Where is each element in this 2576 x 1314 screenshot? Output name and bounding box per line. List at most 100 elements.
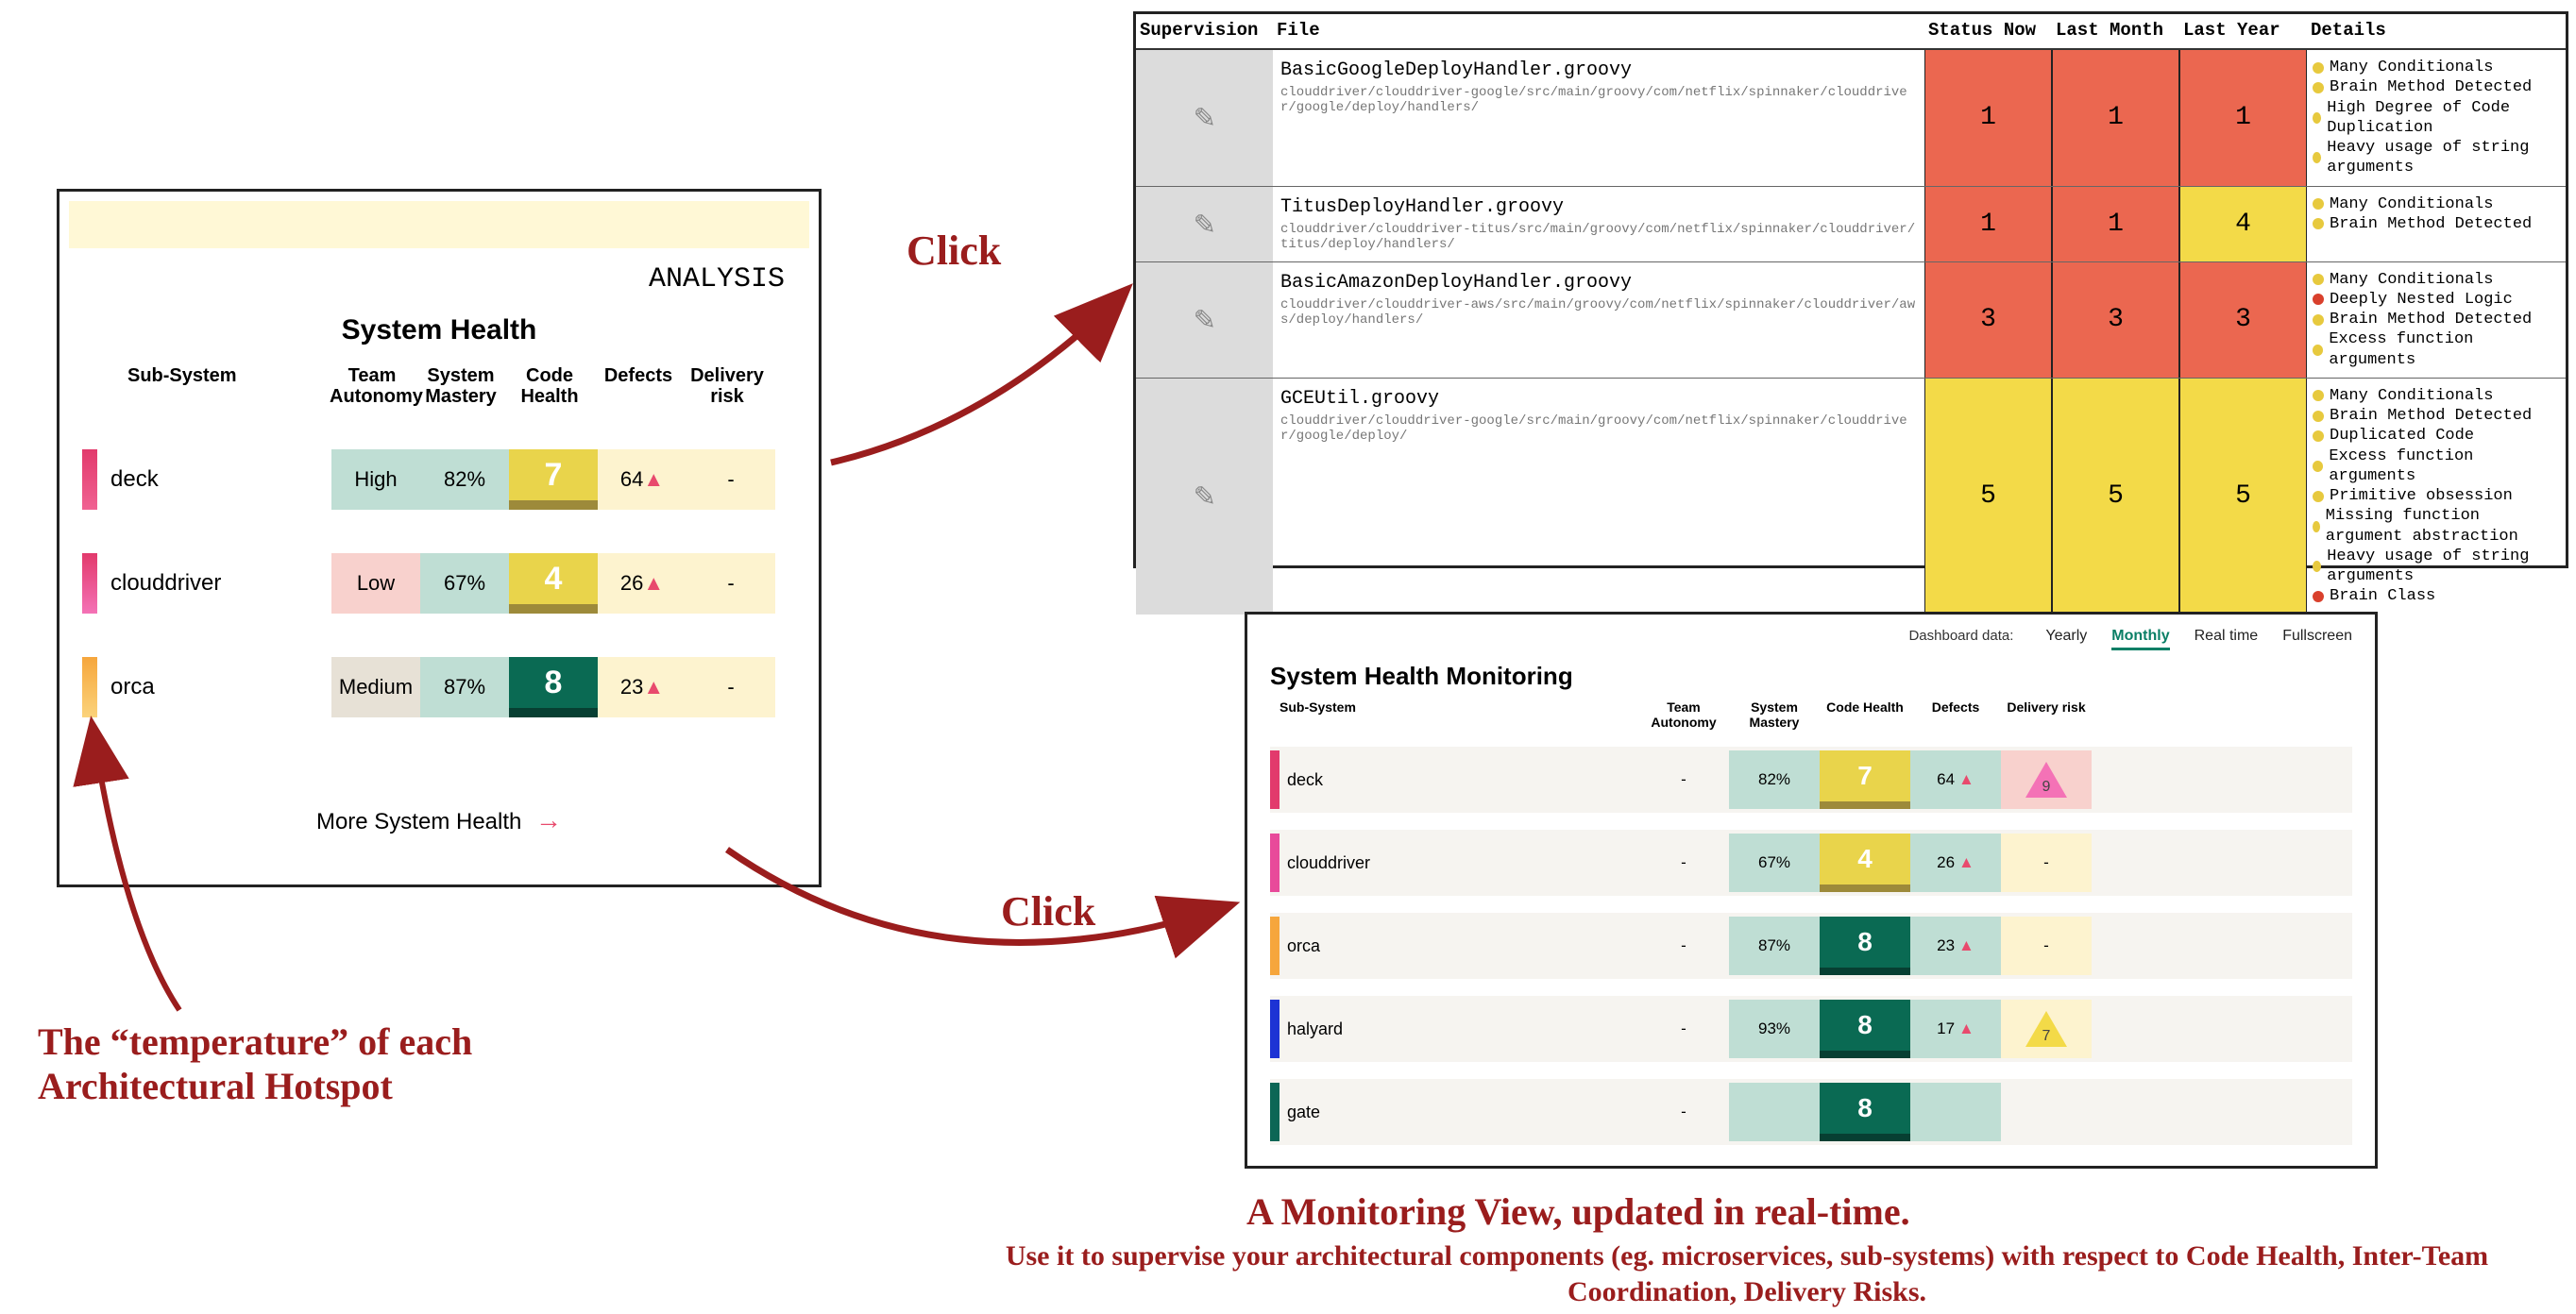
file-table-header: Supervision File Status Now Last Month L… (1136, 14, 2566, 50)
monitor-row[interactable]: halyard - 93% 8 17▲ 7 (1270, 996, 2352, 1062)
defects-cell: 23▲ (1910, 917, 2001, 975)
details-cell: Many ConditionalsBrain Method DetectedHi… (2307, 50, 2562, 186)
detail-text: Many Conditionals (2330, 58, 2493, 77)
details-cell: Many ConditionalsBrain Method Detected (2307, 187, 2562, 261)
detail-text: Excess function arguments (2329, 446, 2556, 487)
autonomy-cell: High (331, 449, 420, 510)
tab-yearly[interactable]: Yearly (2045, 628, 2087, 645)
tab-realtime[interactable]: Real time (2195, 628, 2259, 645)
file-name: BasicAmazonDeployHandler.groovy (1280, 272, 1917, 294)
autonomy-cell: - (1638, 1000, 1729, 1058)
status-month-cell: 1 (2052, 50, 2179, 186)
code-health-cell[interactable]: 8 (509, 657, 598, 717)
severity-dot-icon (2313, 491, 2324, 502)
supervision-cell[interactable]: ✎ (1136, 262, 1273, 378)
severity-dot-icon (2313, 112, 2321, 124)
subsystem-name: gate (1280, 1103, 1638, 1122)
col-risk: Delivery risk (683, 363, 771, 409)
risk-value: 7 (2042, 1028, 2051, 1045)
detail-text: Many Conditionals (2330, 194, 2493, 214)
code-health-cell[interactable]: 4 (509, 553, 598, 614)
severity-dot-icon (2313, 345, 2323, 356)
hotspot-indicator (82, 449, 97, 510)
monitor-caption-title: A Monitoring View, updated in real-time. (1246, 1189, 1910, 1234)
col-details: Details (2311, 20, 2566, 41)
mastery-cell: 87% (420, 657, 509, 717)
autonomy-cell: - (1638, 750, 1729, 809)
file-row[interactable]: ✎ TitusDeployHandler.groovy clouddriver/… (1136, 187, 2566, 262)
more-label: More System Health (316, 809, 521, 834)
monitor-row[interactable]: clouddriver - 67% 4 26▲ - (1270, 830, 2352, 896)
monitoring-panel: Dashboard data: Yearly Monthly Real time… (1245, 612, 2378, 1169)
sh-row-deck[interactable]: deck High 82% 7 64▲ - (82, 446, 775, 513)
monitor-title: System Health Monitoring (1270, 662, 1573, 691)
severity-dot-icon (2313, 294, 2324, 305)
status-now-cell: 3 (1924, 262, 2052, 378)
code-health-cell[interactable]: 4 (1820, 834, 1910, 892)
defects-cell: 17▲ (1910, 1000, 2001, 1058)
detail-text: Missing function argument abstraction (2326, 506, 2556, 547)
monitor-row[interactable]: orca - 87% 8 23▲ - (1270, 913, 2352, 979)
defects-value: 23 (620, 675, 643, 699)
status-year-cell: 3 (2179, 262, 2307, 378)
file-row[interactable]: ✎ BasicGoogleDeployHandler.groovy cloudd… (1136, 50, 2566, 187)
severity-dot-icon (2313, 198, 2324, 210)
autonomy-cell: - (1638, 1083, 1729, 1141)
file-row[interactable]: ✎ BasicAmazonDeployHandler.groovy cloudd… (1136, 262, 2566, 379)
code-health-cell[interactable]: 7 (1820, 750, 1910, 809)
risk-cell: - (2001, 917, 2092, 975)
monitor-row[interactable]: gate - 8 (1270, 1079, 2352, 1145)
code-health-cell[interactable]: 7 (509, 449, 598, 510)
subsystem-name: clouddriver (1280, 853, 1638, 873)
details-cell: Many ConditionalsBrain Method DetectedDu… (2307, 379, 2562, 615)
severity-dot-icon (2313, 461, 2323, 472)
col-file: File (1277, 20, 1928, 41)
sh-row-clouddriver[interactable]: clouddriver Low 67% 4 26▲ - (82, 550, 775, 616)
hotspot-indicator (82, 657, 97, 717)
mastery-cell: 93% (1729, 1000, 1820, 1058)
col-subsystem: Sub-System (101, 363, 328, 409)
risk-cell: - (2001, 834, 2092, 892)
status-month-cell: 3 (2052, 262, 2179, 378)
monitor-row[interactable]: deck - 82% 7 64▲ 9 (1270, 747, 2352, 813)
file-name: GCEUtil.groovy (1280, 388, 1917, 410)
col-year: Last Year (2183, 20, 2311, 41)
autonomy-cell: Medium (331, 657, 420, 717)
trend-up-icon: ▲ (643, 467, 664, 492)
supervision-cell[interactable]: ✎ (1136, 187, 1273, 261)
col-supervision: Supervision (1140, 20, 1277, 41)
pencil-icon: ✎ (1195, 476, 1215, 516)
hotspot-indicator (82, 553, 97, 614)
file-rows-container: ✎ BasicGoogleDeployHandler.groovy cloudd… (1136, 50, 2566, 615)
tab-monthly[interactable]: Monthly (2111, 628, 2169, 650)
supervision-cell[interactable]: ✎ (1136, 379, 1273, 615)
pencil-icon: ✎ (1195, 299, 1215, 340)
risk-cell: - (686, 449, 775, 510)
mastery-cell: 67% (1729, 834, 1820, 892)
severity-dot-icon (2313, 591, 2324, 602)
tab-fullscreen[interactable]: Fullscreen (2282, 628, 2352, 645)
col-autonomy: Team Autonomy (328, 363, 416, 409)
col-code: Code Health (505, 363, 594, 409)
status-now-cell: 1 (1924, 187, 2052, 261)
supervision-cell[interactable]: ✎ (1136, 50, 1273, 186)
status-year-cell: 1 (2179, 50, 2307, 186)
dashboard-tabs: Dashboard data: Yearly Monthly Real time… (1908, 628, 2352, 650)
more-link[interactable]: More System Health → (59, 805, 819, 835)
subsystem-name: orca (1280, 936, 1638, 956)
code-health-cell[interactable]: 8 (1820, 1000, 1910, 1058)
hotspot-indicator (1270, 1000, 1280, 1058)
risk-value: 9 (2042, 779, 2051, 796)
file-path: clouddriver/clouddriver-google/src/main/… (1280, 85, 1917, 115)
file-row[interactable]: ✎ GCEUtil.groovy clouddriver/clouddriver… (1136, 379, 2566, 615)
hotspot-indicator (1270, 750, 1280, 809)
code-health-cell[interactable]: 8 (1820, 1083, 1910, 1141)
mastery-cell: 82% (1729, 750, 1820, 809)
mcol-autonomy: Team Autonomy (1638, 699, 1729, 730)
file-name: TitusDeployHandler.groovy (1280, 196, 1917, 218)
pencil-icon: ✎ (1195, 97, 1215, 138)
click-label-1: Click (907, 227, 1001, 275)
file-path: clouddriver/clouddriver-aws/src/main/gro… (1280, 297, 1917, 328)
code-health-cell[interactable]: 8 (1820, 917, 1910, 975)
sh-row-orca[interactable]: orca Medium 87% 8 23▲ - (82, 654, 775, 720)
